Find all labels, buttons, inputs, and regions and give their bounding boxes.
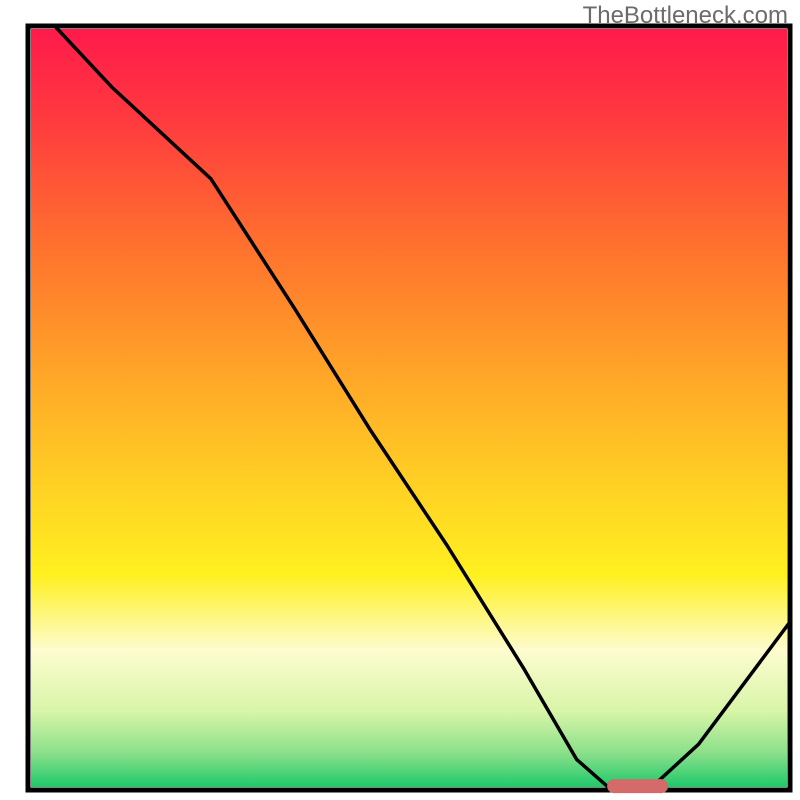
highlight-pill xyxy=(607,779,668,793)
bottleneck-chart xyxy=(0,0,800,800)
watermark-label: TheBottleneck.com xyxy=(583,2,788,30)
gradient-background xyxy=(31,29,787,787)
